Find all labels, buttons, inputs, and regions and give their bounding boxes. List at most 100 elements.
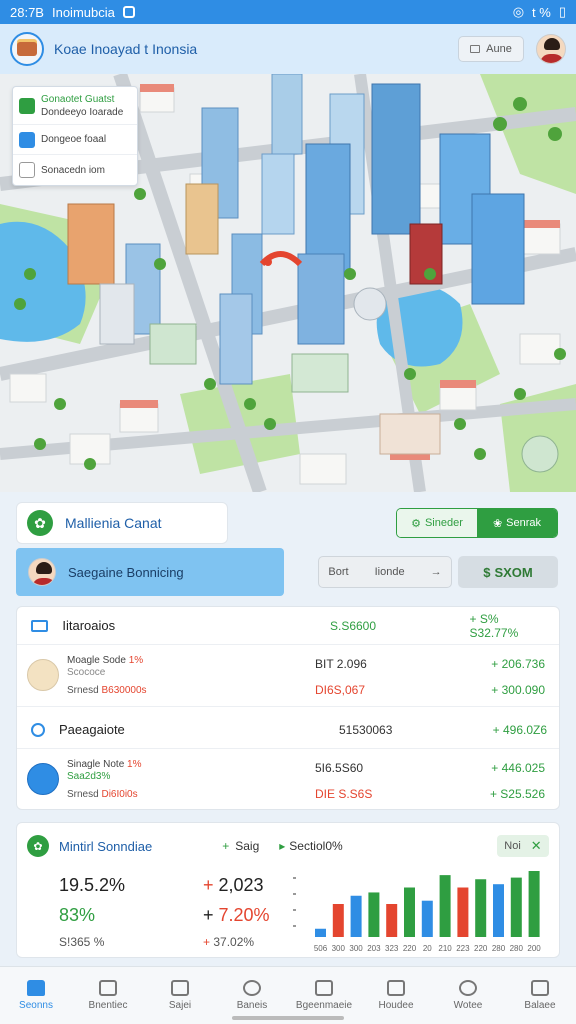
document-icon bbox=[387, 980, 405, 996]
stats-tab[interactable]: Saig bbox=[235, 839, 259, 853]
card-icon bbox=[470, 45, 481, 53]
gear-icon: ⚙ bbox=[411, 517, 421, 530]
chart-bar bbox=[510, 877, 522, 937]
table-row[interactable]: Paeagaiote 51530063 + 496.0Z6 bbox=[17, 711, 559, 749]
nav-item-8[interactable]: Balaee bbox=[504, 967, 576, 1024]
item-percent: 1% bbox=[127, 759, 142, 770]
battery-icon: ▯ bbox=[558, 4, 566, 19]
stat-percent: 7.20% bbox=[218, 905, 270, 925]
map-legend-row[interactable]: Dongeoe foaal bbox=[13, 125, 137, 155]
stat-percent: 83% bbox=[59, 905, 96, 925]
app-logo-icon[interactable] bbox=[10, 32, 44, 66]
nav-label: Balaee bbox=[524, 1000, 556, 1011]
leaf-icon: ❀ bbox=[492, 517, 503, 530]
avatar bbox=[28, 558, 56, 586]
stat-small: S!365 % bbox=[59, 935, 105, 949]
toggle-option-left[interactable]: ⚙ Sineder bbox=[397, 509, 477, 537]
building-thumbnail bbox=[27, 659, 59, 691]
item-change: + S25.526 bbox=[489, 787, 545, 801]
toggle-option-right[interactable]: ❀ Senrak bbox=[477, 509, 557, 537]
chart-bar bbox=[421, 900, 433, 937]
row-change: + S% S32.77% bbox=[469, 611, 519, 640]
item-meta-value: Di6I0i0s bbox=[101, 789, 138, 800]
amount-button-label: SXOM bbox=[494, 564, 533, 580]
item-meta: Srnesd bbox=[67, 685, 99, 696]
chat-icon bbox=[459, 980, 477, 996]
filter-label: Iionde bbox=[374, 566, 405, 578]
item-value-negative: DIE S.S6S bbox=[315, 787, 373, 801]
nav-item-home[interactable]: Seonns bbox=[0, 967, 72, 1024]
nav-item-2[interactable]: Bnentiec bbox=[72, 967, 144, 1024]
close-icon[interactable]: ✕ bbox=[531, 838, 542, 854]
status-time: 28:7B bbox=[10, 4, 44, 20]
nav-label: Bnentiec bbox=[88, 1000, 128, 1011]
map-legend-subtitle: Dondeeyo Ioarade bbox=[41, 106, 124, 118]
chart-bar bbox=[528, 871, 540, 937]
toggle-right-label: Senrak bbox=[506, 517, 542, 529]
dollar-icon: $ bbox=[483, 564, 491, 580]
calendar-icon bbox=[171, 980, 189, 996]
list-item[interactable]: Moagle Sode 1% Scococe Srnesd B630000s B… bbox=[17, 645, 559, 707]
app-title: Koae Inoayad t Inonsia bbox=[54, 41, 198, 57]
item-subtitle: Saa2d3% bbox=[67, 771, 111, 782]
item-subtitle: Scococe bbox=[67, 667, 106, 678]
x-tick-label: 210 bbox=[438, 944, 452, 953]
transactions-card: Iitaroaios S.S6600 + S% S32.77% Moagle S… bbox=[16, 606, 560, 810]
nav-item-3[interactable]: Sajei bbox=[144, 967, 216, 1024]
notification-icon bbox=[122, 6, 135, 18]
city-map[interactable]: Gonaotet Guatst Dondeeyo Ioarade Dongeoe… bbox=[0, 74, 576, 492]
x-tick-label: 280 bbox=[510, 944, 524, 953]
stat-value: 2,023 bbox=[218, 875, 264, 895]
stats-title: Mintirl Sonndiae bbox=[59, 838, 153, 854]
location-card-label: Mallienia Canat bbox=[65, 515, 162, 531]
nav-label: Wotee bbox=[453, 1000, 483, 1011]
item-title: Moagle Sode bbox=[67, 655, 126, 666]
chart-bar bbox=[493, 884, 504, 937]
map-legend-row[interactable]: Sonacedn iom bbox=[13, 155, 137, 185]
x-tick-label: 220 bbox=[403, 944, 417, 953]
link-icon bbox=[31, 722, 45, 737]
item-value: BIT 2.096 bbox=[315, 657, 367, 671]
menu-icon bbox=[531, 980, 549, 996]
nav-item-6[interactable]: Houdee bbox=[360, 967, 432, 1024]
y-axis-tick bbox=[293, 925, 296, 927]
item-meta: Srnesd bbox=[67, 789, 99, 800]
profile-banner[interactable]: Saegaine Bonnicing bbox=[16, 548, 284, 596]
x-tick-label: 300 bbox=[349, 944, 363, 953]
chart-bar bbox=[475, 879, 487, 937]
nav-label: Seonns bbox=[19, 1000, 53, 1011]
amount-button[interactable]: $ SXOM bbox=[458, 556, 558, 588]
table-row[interactable]: Iitaroaios S.S6600 + S% S32.77% bbox=[17, 607, 559, 645]
sort-label: Bort bbox=[328, 566, 349, 578]
home-indicator[interactable] bbox=[232, 1016, 344, 1020]
row-title: Iitaroaios bbox=[62, 618, 116, 633]
list-item[interactable]: Sinagle Note 1% Saa2d3% Srnesd Di6I0i0s … bbox=[17, 749, 559, 809]
briefcase-icon bbox=[99, 980, 117, 996]
header-button[interactable]: Aune bbox=[458, 36, 524, 62]
map-legend-row[interactable]: Gonaotet Guatst Dondeeyo Ioarade bbox=[13, 87, 137, 125]
filter-control[interactable]: Bort Iionde → bbox=[318, 556, 452, 588]
item-meta-value: B630000s bbox=[101, 685, 147, 696]
item-change: + 300.090 bbox=[491, 683, 545, 697]
avatar[interactable] bbox=[536, 34, 566, 64]
building-icon bbox=[19, 131, 35, 148]
map-legend-title: Gonaotet Guatst bbox=[41, 93, 115, 105]
x-tick-label: 203 bbox=[367, 944, 381, 953]
search-icon bbox=[243, 980, 261, 996]
row-change: + 496.0Z6 bbox=[492, 722, 547, 737]
location-card[interactable]: ✿ Mallienia Canat bbox=[16, 502, 228, 544]
bar-chart: 506 300 300 203 323 220 20 210 223 220 280 280 200 bbox=[293, 871, 541, 953]
x-tick-label: 20 bbox=[423, 944, 432, 953]
chart-bar bbox=[457, 887, 469, 937]
nav-item-7[interactable]: Wotee bbox=[432, 967, 504, 1024]
chart-bar bbox=[386, 904, 398, 937]
nav-label: Sajei bbox=[168, 1000, 192, 1011]
stats-tab[interactable]: Sectiol0% bbox=[289, 839, 342, 853]
item-value-negative: DI6S,067 bbox=[315, 683, 366, 697]
row-title: Paeagaiote bbox=[59, 722, 125, 737]
nav-label: Houdee bbox=[378, 1000, 414, 1011]
toggle-left-label: Sineder bbox=[424, 517, 463, 529]
chart-bar bbox=[315, 928, 326, 937]
profile-banner-label: Saegaine Bonnicing bbox=[68, 564, 184, 580]
stats-chip[interactable]: Noi ✕ bbox=[497, 835, 549, 857]
